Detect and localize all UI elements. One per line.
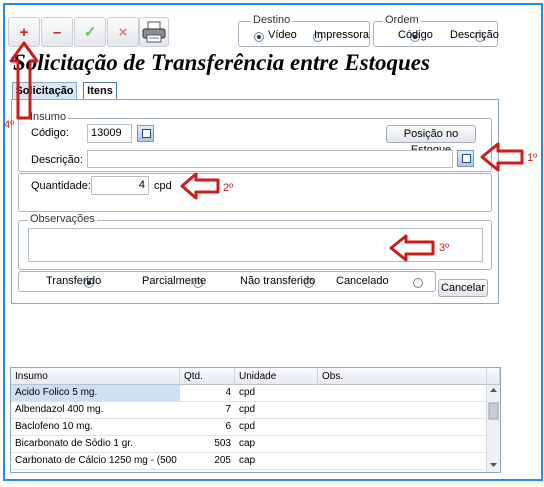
cell-qtd: 7 — [225, 404, 231, 415]
radio-video-label: Vídeo — [268, 29, 297, 41]
cell-qtd: 6 — [225, 421, 231, 432]
radio-codigo-label: Código — [398, 29, 433, 41]
printer-icon — [142, 21, 166, 43]
column-header-obs[interactable]: Obs. — [318, 368, 487, 385]
table-row[interactable]: Acido Folico 5 mg. 4 cpd — [11, 385, 487, 402]
annotation-4: 4º — [4, 119, 15, 131]
tab-itens-label: Itens — [87, 85, 113, 97]
scrollbar-arrows-icon — [488, 388, 499, 467]
column-header-spacer — [487, 368, 500, 385]
cancelar-button[interactable]: Cancelar — [438, 279, 488, 297]
codigo-input[interactable]: 13009 — [87, 124, 132, 143]
cell-unidade: cpd — [239, 387, 256, 398]
print-button[interactable] — [139, 17, 169, 47]
cell-unidade: cpd — [239, 421, 256, 432]
annotation-2: 2º — [223, 182, 234, 194]
ordem-legend: Ordem — [383, 14, 421, 26]
destino-legend: Destino — [251, 14, 293, 26]
annotation-arrow-3 — [389, 234, 435, 262]
radio-descricao-label: Descrição — [450, 29, 499, 41]
check-icon: ✓ — [83, 24, 97, 41]
codigo-label: Código: — [31, 127, 69, 139]
posicao-estoque-button[interactable]: Posição no Estoque — [386, 125, 476, 156]
page-title: Solicitação de Transferência entre Estoq… — [13, 50, 430, 75]
cell-unidade: cap — [239, 438, 256, 449]
annotation-arrow-up — [9, 41, 39, 120]
descricao-input[interactable] — [87, 150, 453, 168]
cell-insumo: Albendazol 400 mg. — [15, 404, 104, 415]
plus-icon: + — [19, 23, 29, 41]
annotation-1: 1º — [527, 152, 538, 164]
radio-nao-transferido-label: Não transferido — [240, 275, 316, 287]
cancel-button[interactable]: × — [107, 17, 139, 47]
descricao-label: Descrição: — [31, 154, 83, 166]
minus-icon: – — [52, 23, 62, 41]
table-row[interactable]: Bicarbonato de Sódio 1 gr. 503 cap — [11, 436, 487, 453]
column-header-insumo[interactable]: Insumo — [11, 368, 180, 385]
annotation-3: 3º — [439, 242, 450, 254]
quantidade-unit: cpd — [154, 180, 172, 192]
cell-unidade: cpd — [239, 404, 256, 415]
codigo-search-button[interactable] — [137, 125, 154, 142]
cell-insumo: Carbonato de Cálcio 1250 mg - (500 mg c — [15, 455, 178, 466]
grid-scrollbar[interactable] — [486, 385, 500, 472]
table-row[interactable]: Albendazol 400 mg. 7 cpd — [11, 402, 487, 419]
cell-qtd: 503 — [214, 438, 231, 449]
cell-insumo: Baclofeno 10 mg. — [15, 421, 93, 432]
column-header-unidade[interactable]: Unidade — [235, 368, 318, 385]
column-header-qtd[interactable]: Qtd. — [180, 368, 235, 385]
itens-grid: Insumo Qtd. Unidade Obs. Acido Folico 5 … — [10, 367, 501, 473]
quantidade-input[interactable]: 4 — [91, 176, 149, 195]
radio-parcialmente-label: Parcialmente — [142, 275, 207, 287]
quantidade-label: Quantidade: — [31, 180, 91, 192]
annotation-arrow-1 — [480, 142, 524, 172]
cell-insumo: Acido Folico 5 mg. — [11, 385, 180, 401]
tab-itens[interactable]: Itens — [83, 82, 117, 100]
cell-unidade: cap — [239, 455, 256, 466]
radio-impressora-label: Impressora — [314, 29, 370, 41]
confirm-button[interactable]: ✓ — [74, 17, 106, 47]
cell-insumo: Bicarbonato de Sódio 1 gr. — [15, 438, 133, 449]
table-row[interactable]: Carbonato de Cálcio 1250 mg - (500 mg c … — [11, 453, 487, 470]
radio-transferido-label: Transferido — [46, 275, 102, 287]
radio-cancelado-label: Cancelado — [336, 275, 389, 287]
annotation-arrow-2 — [180, 172, 220, 200]
cell-qtd: 4 — [225, 387, 231, 398]
descricao-search-button[interactable] — [457, 150, 474, 167]
x-icon: × — [118, 23, 128, 41]
quantidade-group — [18, 173, 492, 212]
observacoes-legend: Observações — [28, 213, 97, 225]
table-row[interactable]: Baclofeno 10 mg. 6 cpd — [11, 419, 487, 436]
remove-button[interactable]: – — [41, 17, 73, 47]
cell-qtd: 205 — [214, 455, 231, 466]
